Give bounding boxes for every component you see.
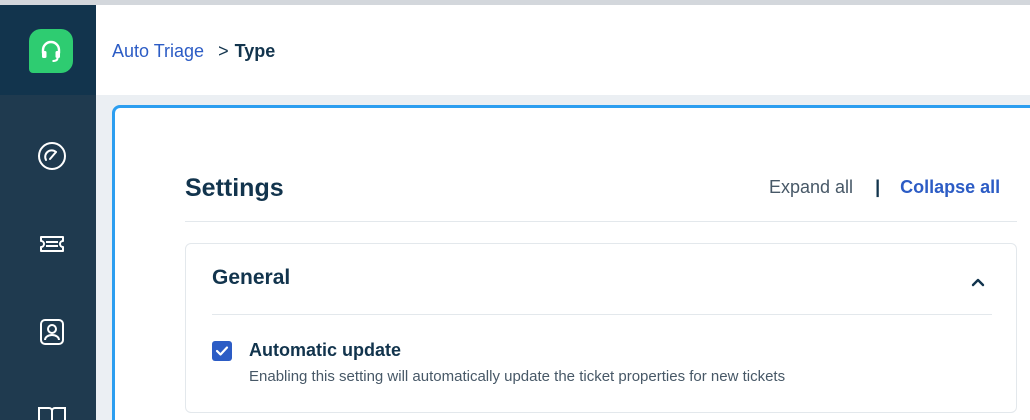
- sidebar-item-solutions[interactable]: [36, 402, 68, 420]
- contacts-icon: [40, 319, 64, 345]
- book-icon: [38, 407, 66, 420]
- chevron-up-icon: [971, 278, 985, 287]
- automatic-update-description: Enabling this setting will automatically…: [249, 368, 786, 385]
- section-divider: [212, 314, 992, 315]
- page-title: Settings: [185, 174, 284, 202]
- logo-area: [0, 5, 96, 95]
- app-logo[interactable]: [29, 29, 73, 73]
- sidebar-item-contacts[interactable]: [36, 316, 68, 348]
- page-header: Auto Triage > Type: [96, 5, 1030, 95]
- sidebar-item-dashboard[interactable]: [36, 140, 68, 172]
- collapse-all-link[interactable]: Collapse all: [900, 177, 1000, 198]
- expand-collapse-actions: Expand all | Collapse all: [769, 177, 1000, 198]
- expand-all-link[interactable]: Expand all: [769, 177, 853, 198]
- breadcrumb: Auto Triage > Type: [112, 41, 275, 62]
- collapse-section-toggle[interactable]: [970, 274, 986, 290]
- automatic-update-label: Automatic update: [249, 340, 402, 360]
- divider: [185, 221, 1017, 222]
- sidebar: [0, 5, 96, 420]
- breadcrumb-current: Type: [234, 41, 276, 61]
- settings-panel: Settings Expand all | Collapse all Gener…: [112, 105, 1030, 420]
- ticket-icon: [40, 236, 64, 252]
- sidebar-item-tickets[interactable]: [36, 228, 68, 260]
- headset-icon: [41, 40, 61, 62]
- breadcrumb-parent-link[interactable]: Auto Triage: [112, 41, 204, 62]
- general-section: General Automatic update Enabling this s…: [185, 243, 1017, 413]
- checkmark-icon: [215, 346, 229, 356]
- actions-separator: |: [875, 177, 881, 197]
- section-title: General: [212, 266, 291, 289]
- breadcrumb-separator: >: [218, 41, 229, 61]
- automatic-update-checkbox[interactable]: [212, 341, 232, 361]
- dashboard-icon: [38, 142, 66, 170]
